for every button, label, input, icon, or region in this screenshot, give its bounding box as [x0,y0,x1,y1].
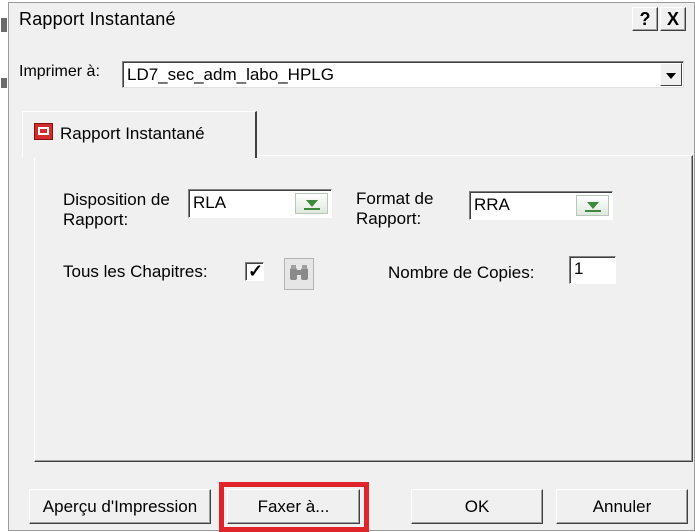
copies-input[interactable]: 1 [569,256,616,284]
title-bar[interactable]: Rapport Instantané ? X [9,3,694,35]
printer-value: LD7_sec_adm_labo_HPLG [127,65,334,84]
copies-label: Nombre de Copies: [388,263,535,282]
chevron-down-icon[interactable] [660,63,682,86]
background-glyph [1,78,7,88]
layout-value: RLA [193,193,227,212]
background-glyph [1,18,7,32]
report-icon [34,123,53,140]
background-window-edge [0,0,8,531]
format-label: Format de Rapport: [356,189,433,229]
chevron-down-icon[interactable] [576,195,609,216]
format-label-line1: Format de [356,189,434,208]
close-button[interactable]: X [660,7,686,31]
layout-label: Disposition de Rapport: [63,190,170,230]
printer-select[interactable]: LD7_sec_adm_labo_HPLG [122,61,684,88]
layout-combo[interactable]: RLA [188,189,332,218]
check-icon: ✓ [248,261,264,281]
chapters-checkbox[interactable]: ✓ [245,261,264,281]
binoculars-icon[interactable] [284,258,314,290]
format-label-line2: Rapport: [356,209,422,228]
layout-label-line1: Disposition de [63,190,170,209]
copies-value: 1 [574,259,584,278]
ok-button[interactable]: OK [411,489,543,524]
chevron-down-icon[interactable] [295,193,328,214]
report-dialog: Rapport Instantané ? X Imprimer à: LD7_s… [8,2,695,532]
window-title: Rapport Instantané [19,9,176,29]
cancel-button[interactable]: Annuler [556,489,688,524]
format-combo[interactable]: RRA [469,191,613,220]
chapters-label: Tous les Chapitres: [63,262,208,281]
format-value: RRA [474,195,510,214]
printer-label: Imprimer à: [19,63,100,80]
highlight-box [219,482,369,532]
tab-rapport-instantane[interactable]: Rapport Instantané [22,111,257,158]
help-button[interactable]: ? [632,7,658,31]
tab-label: Rapport Instantané [60,124,205,143]
print-preview-button[interactable]: Aperçu d'Impression [29,489,211,524]
layout-label-line2: Rapport: [63,210,129,229]
